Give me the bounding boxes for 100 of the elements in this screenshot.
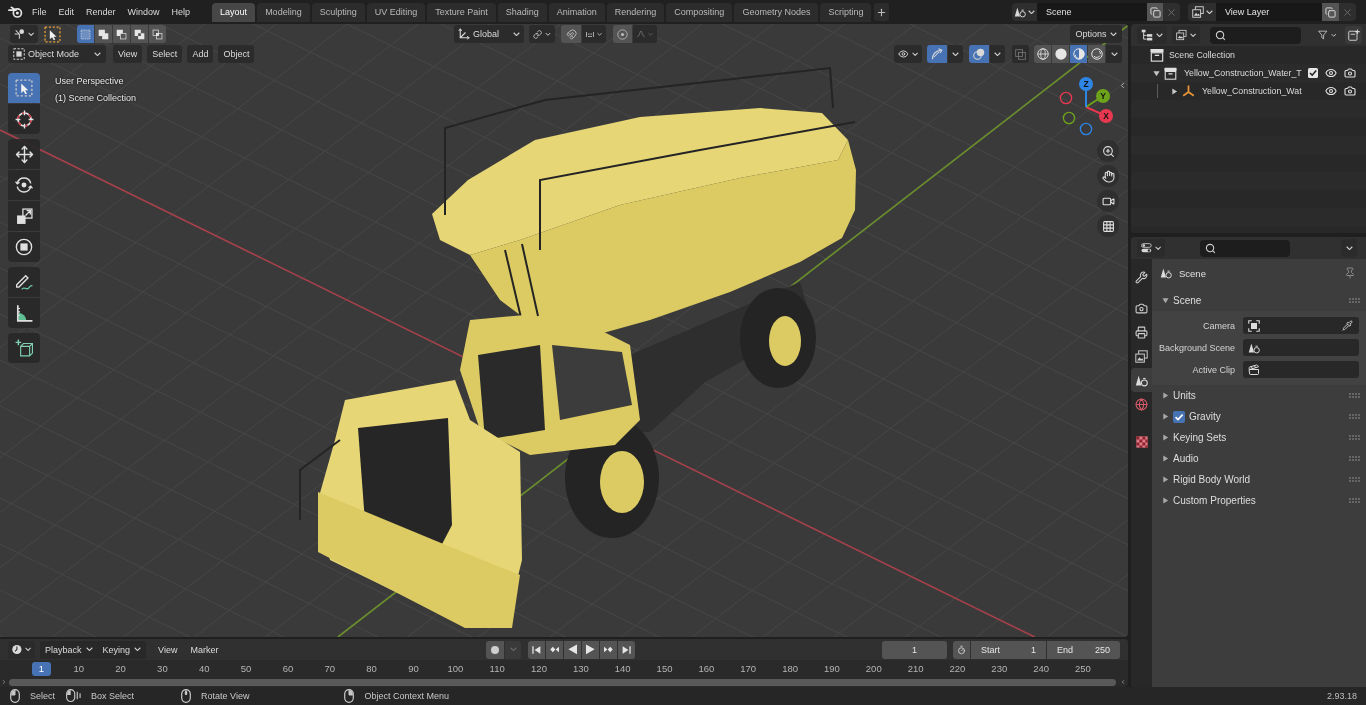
workspace-tab[interactable]: Rendering — [606, 2, 665, 22]
panel-header[interactable]: Units — [1152, 385, 1366, 406]
pivot-point-button[interactable] — [529, 25, 555, 43]
shading-mode-button[interactable] — [1088, 45, 1105, 63]
outliner-item-label[interactable]: Scene Collection — [1169, 50, 1235, 60]
play-reverse-button[interactable] — [564, 640, 582, 659]
search-field[interactable] — [1210, 26, 1302, 44]
axis-handle[interactable]: X — [1085, 106, 1113, 123]
proportional-editing-toggle[interactable] — [613, 25, 632, 43]
view-layer-name-field[interactable]: View Layer — [1216, 3, 1322, 21]
shading-mode-button[interactable] — [1034, 45, 1051, 63]
tool-button[interactable] — [8, 201, 40, 231]
menu-item[interactable]: File — [26, 3, 53, 21]
workspace-tab[interactable]: Geometry Nodes — [734, 2, 819, 22]
negative-axis-handle[interactable] — [1079, 122, 1093, 136]
add-workspace-button[interactable] — [874, 3, 890, 21]
editor-type-button[interactable] — [1137, 26, 1167, 44]
gizmo-menu-button[interactable] — [948, 45, 963, 63]
dropdown-menu[interactable]: Keying — [97, 640, 147, 659]
axis-handle[interactable]: Y — [1085, 89, 1110, 108]
panel-header[interactable]: Audio — [1152, 448, 1366, 469]
start-frame-field[interactable]: Start 1 — [971, 640, 1046, 659]
snap-target-button[interactable] — [582, 25, 606, 43]
panel-header[interactable]: Custom Properties — [1152, 490, 1366, 511]
play-button[interactable] — [582, 640, 600, 659]
auto-keying-toggle[interactable] — [486, 640, 505, 659]
tool-button[interactable] — [8, 298, 40, 328]
options-dropdown-button[interactable] — [1341, 239, 1357, 257]
negative-axis-handle[interactable] — [1059, 91, 1073, 105]
shading-mode-button[interactable] — [1052, 45, 1069, 63]
select-mode-button[interactable] — [149, 25, 166, 43]
checkbox[interactable] — [1308, 68, 1318, 78]
menu-item[interactable]: Add — [187, 45, 214, 63]
panel-header[interactable]: Gravity — [1152, 406, 1366, 427]
menu-item[interactable]: Edit — [52, 3, 81, 21]
end-frame-field[interactable]: End 250 — [1047, 640, 1120, 659]
delete-view-layer-button[interactable] — [1339, 3, 1356, 21]
camera-icon[interactable] — [1344, 67, 1356, 79]
camera-icon[interactable] — [1344, 85, 1356, 97]
shading-menu-button[interactable] — [1106, 45, 1122, 63]
outliner-item-label[interactable]: Yellow_Construction_Wat — [1202, 86, 1302, 96]
visibility-button[interactable] — [894, 45, 922, 63]
gizmo-toggle[interactable] — [927, 45, 947, 63]
editor-type-button[interactable] — [1137, 239, 1165, 257]
previous-keyframe-button[interactable] — [546, 640, 564, 659]
next-keyframe-button[interactable] — [600, 640, 618, 659]
menu-item[interactable]: View — [113, 45, 143, 63]
workspace-tab[interactable]: Sculpting — [311, 2, 365, 22]
xray-toggle[interactable] — [1012, 45, 1029, 63]
timeline-scrollbar[interactable] — [9, 678, 1116, 686]
axis-handle[interactable]: Z — [1079, 77, 1093, 108]
select-mode-button[interactable] — [95, 25, 112, 43]
workspace-tab[interactable]: Texture Paint — [427, 2, 496, 22]
jump-start-button[interactable] — [528, 640, 546, 659]
search-field[interactable] — [1200, 239, 1290, 257]
tool-button[interactable] — [8, 170, 40, 200]
menu-item[interactable]: Select — [147, 45, 183, 63]
disclosure-triangle-icon[interactable] — [1153, 69, 1160, 77]
negative-axis-handle[interactable] — [1062, 111, 1076, 125]
data-block-field[interactable] — [1243, 339, 1359, 356]
tool-button[interactable] — [8, 267, 40, 297]
workspace-tab[interactable]: Animation — [548, 2, 605, 22]
new-collection-button[interactable] — [1345, 26, 1362, 44]
scene-name-field[interactable]: Scene — [1037, 3, 1147, 21]
panel-header[interactable]: Scene — [1152, 290, 1366, 311]
workspace-tab[interactable]: Scripting — [820, 2, 872, 22]
jump-end-button[interactable] — [618, 640, 636, 659]
panel-header[interactable]: Rigid Body World — [1152, 469, 1366, 490]
panel-header[interactable]: Keying Sets — [1152, 427, 1366, 448]
current-frame-field[interactable]: 1 — [882, 640, 947, 659]
tool-button[interactable] — [8, 333, 40, 363]
display-mode-button[interactable] — [1172, 26, 1200, 44]
overlays-menu-button[interactable] — [990, 45, 1005, 63]
checkbox[interactable] — [1173, 410, 1185, 423]
editor-type-button[interactable] — [10, 25, 38, 43]
pin-icon[interactable] — [1344, 267, 1356, 279]
workspace-tab[interactable]: Shading — [497, 2, 547, 22]
logo-icon[interactable] — [8, 5, 23, 19]
select-mode-button[interactable] — [131, 25, 148, 43]
new-view-layer-button[interactable] — [1322, 3, 1339, 21]
camera-view-button[interactable] — [1097, 190, 1119, 212]
properties-tab[interactable] — [1131, 368, 1152, 392]
menu-item[interactable]: Help — [165, 3, 197, 21]
menu-item[interactable]: Render — [80, 3, 122, 21]
options-button[interactable]: Options — [1070, 25, 1122, 43]
orientation-dropdown[interactable]: Global — [454, 25, 524, 43]
menu-item[interactable]: Window — [121, 3, 166, 21]
tool-button[interactable] — [8, 232, 40, 262]
active-tool-icon[interactable] — [44, 25, 61, 43]
perspective-toggle-button[interactable] — [1097, 215, 1119, 237]
eye-icon[interactable] — [1325, 85, 1337, 97]
tool-button[interactable] — [8, 104, 40, 134]
eye-icon[interactable] — [1325, 67, 1337, 79]
new-scene-button[interactable] — [1147, 3, 1163, 21]
editor-type-button[interactable] — [8, 640, 35, 659]
disclosure-triangle-icon[interactable] — [1171, 87, 1178, 95]
pan-view-button[interactable] — [1097, 165, 1119, 187]
tool-button[interactable] — [8, 139, 40, 169]
workspace-tab[interactable]: Compositing — [666, 2, 733, 22]
overlays-toggle[interactable] — [969, 45, 989, 63]
